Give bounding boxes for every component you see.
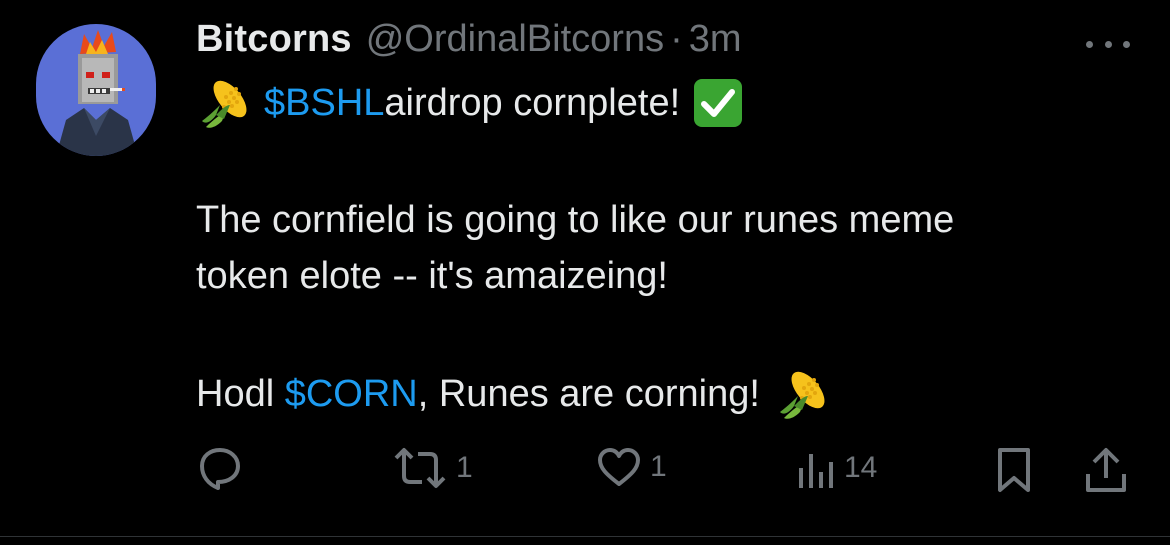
tweet-header: Bitcorns @OrdinalBitcorns · 3m: [196, 18, 742, 70]
views-button[interactable]: 14: [796, 446, 877, 490]
share-icon: [1086, 448, 1126, 492]
tweet-line-3: token elote -- it's amaizeing!: [196, 254, 668, 297]
like-button[interactable]: 1: [596, 446, 667, 488]
like-count: 1: [650, 450, 667, 483]
line4-prefix: Hodl: [196, 372, 285, 415]
line4-text: , Runes are corning!: [417, 372, 760, 415]
cashtag-corn[interactable]: $CORN: [285, 373, 418, 416]
like-icon: [598, 448, 640, 486]
author-handle[interactable]: @OrdinalBitcorns: [366, 18, 664, 61]
line1-text: airdrop cornplete!: [384, 81, 681, 124]
tweet-line-4: Hodl $CORN , Runes are corning!: [196, 366, 830, 422]
views-icon: [799, 454, 833, 488]
tweet-time[interactable]: 3m: [689, 18, 742, 61]
bookmark-icon: [998, 448, 1030, 492]
more-icon[interactable]: [1086, 36, 1130, 52]
share-button[interactable]: [1082, 446, 1130, 494]
tweet-line-2: The cornfield is going to like our runes…: [196, 198, 955, 241]
cashtag-bshl[interactable]: $BSHL: [264, 82, 384, 125]
bookmark-button[interactable]: [994, 446, 1034, 494]
retweet-button[interactable]: 1: [392, 446, 473, 490]
author-name[interactable]: Bitcorns: [196, 18, 352, 61]
header-separator: ·: [670, 18, 683, 60]
retweet-count: 1: [456, 451, 473, 484]
reply-button[interactable]: [196, 446, 252, 490]
reply-icon: [200, 448, 240, 490]
tweet-line-1: $BSHL airdrop cornplete!: [196, 74, 744, 132]
divider: [0, 536, 1170, 537]
corn-emoji: [196, 75, 252, 131]
avatar[interactable]: [36, 24, 156, 156]
action-bar: 1 1 14: [0, 446, 1170, 494]
corn-emoji: [774, 366, 830, 422]
retweet-icon: [394, 448, 446, 488]
views-count: 14: [844, 451, 878, 484]
check-mark-emoji: [692, 77, 744, 129]
